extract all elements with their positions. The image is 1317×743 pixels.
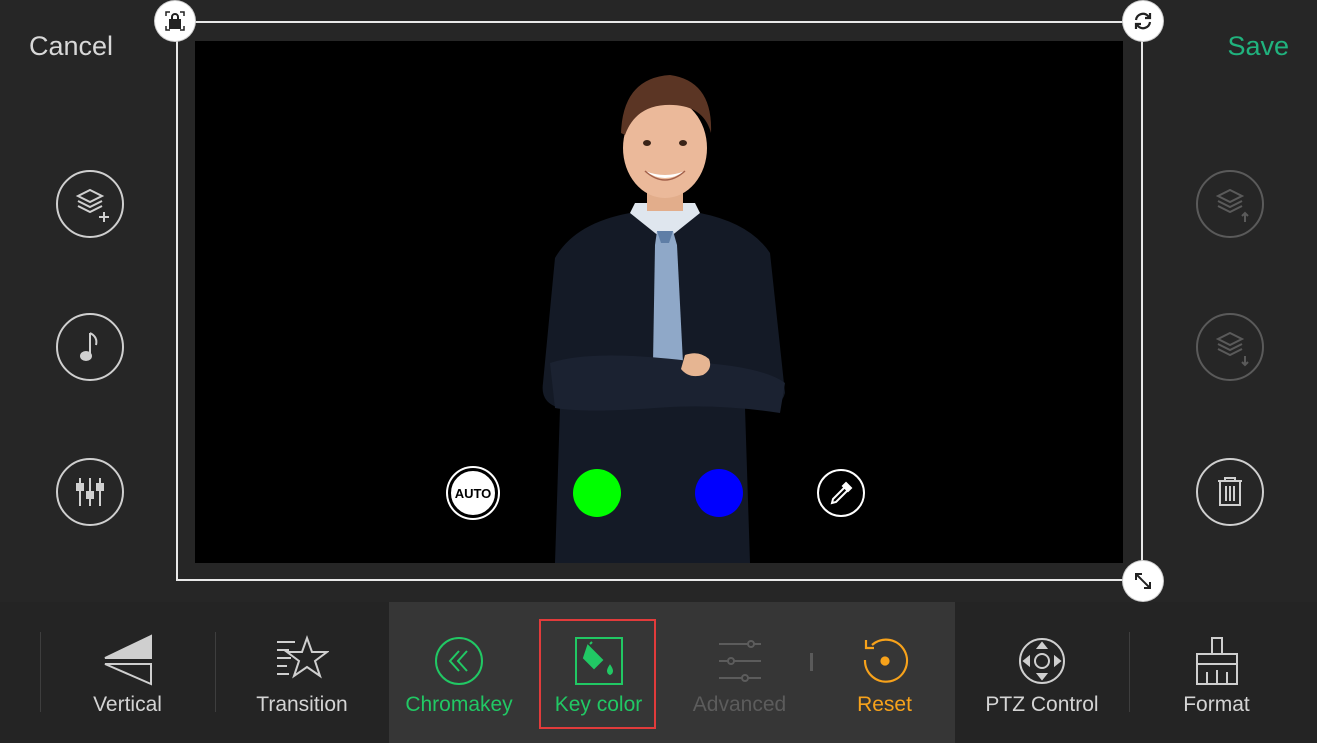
tool-vertical[interactable]: Vertical bbox=[40, 602, 215, 743]
tool-format[interactable]: Format bbox=[1129, 602, 1304, 743]
tool-transition[interactable]: Transition bbox=[215, 602, 389, 743]
sliders-icon bbox=[718, 640, 761, 682]
trash-icon bbox=[1218, 477, 1242, 506]
bottom-toolbar: Vertical Transition Chromakey Key color … bbox=[0, 602, 1317, 743]
tool-reset[interactable]: Reset bbox=[822, 602, 947, 743]
reset-icon bbox=[863, 638, 908, 683]
tool-label: Vertical bbox=[93, 693, 162, 716]
layer-down-button[interactable] bbox=[1196, 313, 1264, 381]
eyedropper-icon bbox=[830, 481, 853, 505]
layer-up-icon bbox=[1215, 188, 1249, 222]
tool-ptz-control[interactable]: PTZ Control bbox=[955, 602, 1129, 743]
chevrons-left-icon bbox=[435, 637, 483, 685]
mixer-button[interactable] bbox=[56, 458, 124, 526]
brush-icon bbox=[1195, 637, 1238, 685]
resize-icon bbox=[1135, 573, 1151, 589]
rotate-handle[interactable] bbox=[1123, 1, 1163, 41]
tool-chromakey[interactable]: Chromakey bbox=[389, 602, 529, 743]
tool-label: Chromakey bbox=[405, 693, 513, 716]
lock-handle[interactable] bbox=[155, 1, 195, 41]
blue-key-color-button[interactable] bbox=[695, 469, 743, 517]
lock-icon bbox=[165, 11, 185, 31]
tool-label: Reset bbox=[857, 693, 912, 716]
tool-label: Format bbox=[1183, 693, 1250, 716]
add-layer-icon bbox=[75, 188, 109, 222]
resize-handle[interactable] bbox=[1123, 561, 1163, 601]
ptz-control-icon bbox=[1019, 638, 1065, 684]
music-button[interactable] bbox=[56, 313, 124, 381]
tool-label: Advanced bbox=[692, 693, 787, 716]
tool-advanced[interactable]: Advanced bbox=[672, 602, 807, 743]
mixer-icon bbox=[76, 478, 104, 506]
color-picker-button[interactable] bbox=[817, 469, 865, 517]
add-layer-button[interactable] bbox=[56, 170, 124, 238]
rotate-icon bbox=[1134, 12, 1152, 30]
delete-button[interactable] bbox=[1196, 458, 1264, 526]
auto-key-color-button[interactable]: AUTO bbox=[448, 468, 498, 518]
divider bbox=[810, 653, 813, 671]
tool-label: Transition bbox=[256, 693, 348, 716]
key-color-highlight bbox=[539, 619, 656, 729]
green-key-color-button[interactable] bbox=[573, 469, 621, 517]
preview-canvas[interactable]: AUTO bbox=[195, 41, 1123, 563]
tool-label: PTZ Control bbox=[985, 693, 1099, 716]
layer-down-icon bbox=[1215, 331, 1249, 367]
save-button[interactable]: Save bbox=[1227, 30, 1289, 62]
music-icon bbox=[80, 332, 98, 361]
vertical-flip-icon bbox=[104, 634, 152, 686]
layer-up-button[interactable] bbox=[1196, 170, 1264, 238]
cancel-button[interactable]: Cancel bbox=[29, 30, 113, 62]
transition-icon bbox=[277, 635, 329, 679]
